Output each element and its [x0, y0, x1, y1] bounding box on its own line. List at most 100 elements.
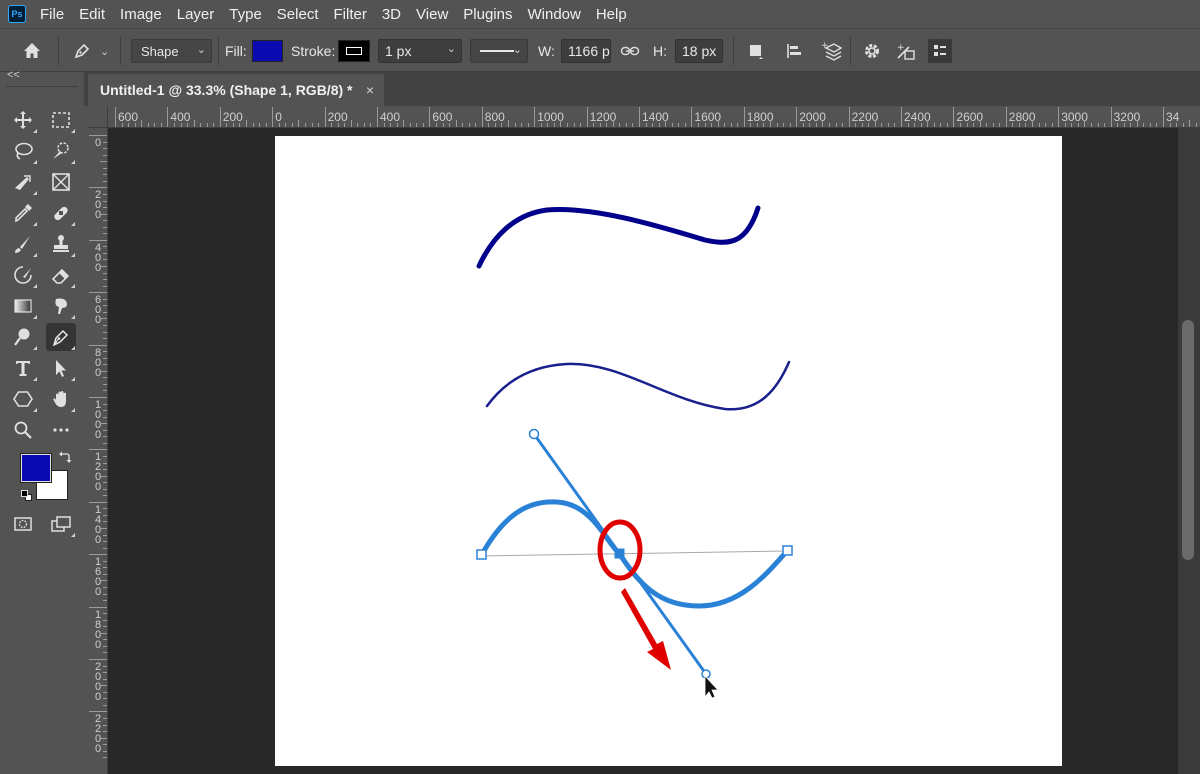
chevron-down-icon: ⌄ [512, 44, 522, 56]
ruler-h-label: 600 [118, 110, 139, 124]
ruler-v-label: 400 [94, 241, 102, 274]
default-colors-icon[interactable] [21, 490, 33, 502]
hexagon-icon [13, 391, 33, 407]
eyedropper-tool[interactable] [8, 199, 38, 227]
frame-tool[interactable] [46, 168, 76, 196]
document-tab-bar: Untitled-1 @ 33.3% (Shape 1, RGB/8) * × [84, 72, 1200, 106]
svg-text:+: + [821, 41, 829, 51]
more-tools[interactable] [46, 416, 76, 444]
ruler-h-label: 200 [327, 110, 348, 124]
anchor-point-selected [614, 548, 625, 559]
vertical-scrollbar[interactable] [1178, 128, 1200, 774]
foreground-color-swatch[interactable] [20, 453, 52, 483]
menu-select[interactable]: Select [277, 6, 319, 23]
stroke-label: Stroke: [291, 43, 336, 59]
ruler-h-label: 400 [170, 110, 191, 124]
menu-filter[interactable]: Filter [334, 6, 367, 23]
path-selection-tool[interactable] [46, 354, 76, 382]
stroke-type-select[interactable]: ⌄ [470, 39, 528, 63]
shape-tool[interactable] [8, 385, 38, 413]
options-bar: ⌄ Shape ⌄ Fill: Stroke: 1 px ⌄ ⌄ W: 1166… [0, 28, 1200, 72]
fill-color-swatch[interactable] [252, 40, 283, 62]
width-field[interactable]: 1166 p [561, 39, 611, 63]
zoom-tool[interactable] [8, 416, 38, 444]
ruler-v-label: 1400 [94, 503, 102, 546]
stroke-width-field[interactable]: 1 px ⌄ [378, 39, 462, 63]
quick-selection-icon [53, 142, 69, 159]
swap-colors-icon[interactable] [58, 450, 72, 464]
history-brush-icon [14, 266, 32, 284]
document-canvas[interactable] [275, 136, 1062, 766]
crop-tool[interactable] [8, 168, 38, 196]
height-value: 18 px [682, 43, 717, 59]
hand-tool[interactable] [46, 385, 76, 413]
menu-layer[interactable]: Layer [177, 6, 215, 23]
screen-mode-icon [51, 516, 71, 532]
history-brush-tool[interactable] [8, 261, 38, 289]
magnifier-icon [14, 421, 32, 439]
path-operations-icon[interactable] [744, 39, 768, 63]
menu-type[interactable]: Type [229, 6, 262, 23]
document-workspace[interactable] [108, 128, 1178, 774]
gear-icon[interactable] [860, 39, 884, 63]
menu-image[interactable]: Image [120, 6, 162, 23]
move-tool[interactable] [8, 106, 38, 134]
tools-panel [0, 84, 84, 774]
pen-tool[interactable] [46, 323, 76, 351]
ruler-v-label: 600 [94, 294, 102, 327]
edge-options-icon[interactable]: + [894, 39, 918, 63]
quick-selection-tool[interactable] [46, 137, 76, 165]
menu-window[interactable]: Window [527, 6, 580, 23]
menu-bar: Ps File Edit Image Layer Type Select Fil… [0, 0, 1200, 28]
path-arrangement-icon[interactable]: + [820, 39, 844, 63]
smudge-tool[interactable] [46, 292, 76, 320]
thin-curve-stroke [485, 360, 791, 411]
anchor-point-right [782, 545, 793, 556]
pen-preset-icon[interactable] [70, 39, 94, 63]
thick-curve-stroke [476, 205, 761, 269]
ruler-v-label: 1600 [94, 556, 102, 599]
tab-untitled-1[interactable]: Untitled-1 @ 33.3% (Shape 1, RGB/8) * × [88, 74, 384, 106]
eraser-tool[interactable] [46, 261, 76, 289]
brush-tool[interactable] [8, 230, 38, 258]
scrollbar-thumb[interactable] [1182, 320, 1194, 560]
menu-help[interactable]: Help [596, 6, 627, 23]
horizontal-ruler[interactable]: 600 400 200 0 200 400 600 800 1000 1200 1400 1600 18… [108, 106, 1200, 128]
marquee-tool[interactable] [46, 106, 76, 134]
menu-plugins[interactable]: Plugins [463, 6, 512, 23]
mouse-cursor [704, 674, 719, 699]
type-tool[interactable] [8, 354, 38, 382]
pen-icon [52, 329, 69, 347]
vertical-ruler[interactable]: 0 200 400 600 800 1000 1200 1400 1600 1800 2000 220… [88, 128, 108, 774]
menu-view[interactable]: View [416, 6, 448, 23]
width-value: 1166 p [568, 43, 610, 59]
clone-stamp-tool[interactable] [46, 230, 76, 258]
close-icon[interactable]: × [366, 82, 374, 98]
screen-mode-tool[interactable] [46, 510, 76, 538]
ruler-v-label: 800 [94, 346, 102, 379]
ruler-h-label: 200 [222, 110, 243, 124]
tool-mode-select[interactable]: Shape ⌄ [131, 39, 212, 63]
home-icon[interactable] [20, 39, 44, 63]
link-icon[interactable] [618, 39, 642, 63]
quick-mask-tool[interactable] [8, 510, 38, 538]
dodge-tool[interactable] [8, 323, 38, 351]
menu-edit[interactable]: Edit [79, 6, 105, 23]
menu-3d[interactable]: 3D [382, 6, 401, 23]
path-alignment-icon[interactable] [782, 39, 806, 63]
hand-icon [53, 391, 66, 407]
anchor-point-left [476, 549, 487, 560]
healing-brush-tool[interactable] [46, 199, 76, 227]
dodge-icon [14, 328, 30, 346]
pen-preset-chevron-icon[interactable]: ⌄ [100, 29, 109, 73]
lasso-tool[interactable] [8, 137, 38, 165]
stroke-color-swatch[interactable] [338, 40, 370, 62]
height-field[interactable]: 18 px [675, 39, 723, 63]
ruler-h-label: 800 [484, 110, 505, 124]
panel-collapse-strip[interactable]: << [0, 69, 84, 84]
menu-file[interactable]: File [40, 6, 64, 23]
align-edges-icon[interactable] [928, 39, 952, 63]
gradient-tool[interactable] [8, 292, 38, 320]
ruler-origin[interactable] [88, 106, 108, 128]
solid-line-icon [480, 50, 514, 52]
